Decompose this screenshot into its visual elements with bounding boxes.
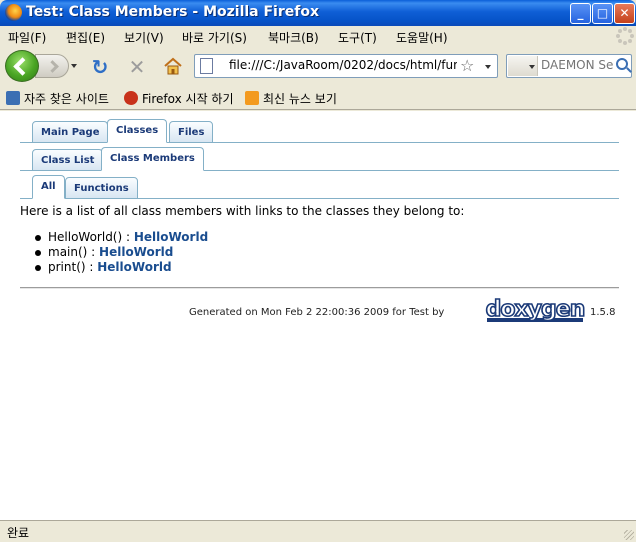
list-item: main() : HelloWorld — [34, 245, 208, 260]
window-titlebar[interactable]: Test: Class Members - Mozilla Firefox _ … — [0, 0, 636, 26]
list-item: HelloWorld() : HelloWorld — [34, 230, 208, 245]
most-visited-icon — [6, 91, 20, 105]
bookmark-star-icon[interactable]: ☆ — [460, 56, 474, 75]
bookmark-firefox-start[interactable]: Firefox 시작 하기 — [124, 90, 234, 107]
menu-bar: 파일(F) 편집(E) 보기(V) 바로 가기(S) 북마크(B) 도구(T) … — [0, 26, 636, 46]
window-title: Test: Class Members - Mozilla Firefox — [26, 4, 319, 20]
tab-functions[interactable]: Functions — [65, 177, 138, 199]
class-link-helloworld[interactable]: HelloWorld — [99, 245, 173, 259]
intro-text: Here is a list of all class members with… — [20, 204, 465, 218]
menu-view[interactable]: 보기(V) — [124, 29, 164, 46]
bookmark-label: Firefox 시작 하기 — [142, 92, 234, 106]
doxygen-version: 1.5.8 — [590, 307, 616, 318]
navigation-toolbar: ↻ ✕ file:///C:/JavaRoom/0202/docs/html/f… — [0, 46, 636, 86]
menu-edit[interactable]: 편집(E) — [66, 29, 105, 46]
url-field[interactable]: file:///C:/JavaRoom/0202/docs/html/funct… — [229, 58, 457, 72]
member-name: main() : — [48, 245, 100, 259]
firefox-start-icon — [124, 91, 138, 105]
minimize-button[interactable]: _ — [570, 3, 591, 24]
history-dropdown-icon[interactable] — [71, 64, 77, 68]
class-link-helloworld[interactable]: HelloWorld — [97, 260, 171, 274]
search-bar — [506, 54, 632, 78]
maximize-button[interactable]: □ — [592, 3, 613, 24]
rss-icon — [245, 91, 259, 105]
bookmarks-toolbar: 자주 찾은 사이트 Firefox 시작 하기 최신 뉴스 보기 — [0, 86, 636, 110]
search-icon[interactable] — [616, 58, 628, 70]
menu-bookmarks[interactable]: 북마크(B) — [268, 29, 319, 46]
doxygen-logo[interactable]: doxygen — [485, 292, 586, 326]
stop-icon[interactable]: ✕ — [126, 56, 148, 78]
resize-grip-icon[interactable] — [624, 530, 634, 540]
menu-go[interactable]: 바로 가기(S) — [182, 29, 247, 46]
page-icon — [200, 58, 213, 74]
back-icon[interactable] — [5, 50, 39, 82]
close-button[interactable]: ✕ — [614, 3, 635, 24]
status-bar: 완료 — [0, 520, 636, 542]
home-icon[interactable] — [162, 56, 184, 78]
class-link-helloworld[interactable]: HelloWorld — [134, 230, 208, 244]
list-item: print() : HelloWorld — [34, 260, 208, 275]
tab-files[interactable]: Files — [169, 121, 214, 143]
search-input[interactable] — [541, 58, 613, 72]
search-engine-icon[interactable] — [508, 56, 538, 76]
bookmark-label: 최신 뉴스 보기 — [263, 92, 337, 106]
main-tab-row: Main Page Classes Files — [20, 117, 619, 143]
generated-text: Generated on Mon Feb 2 22:00:36 2009 for… — [189, 307, 445, 318]
url-dropdown-icon[interactable] — [485, 65, 491, 69]
status-text: 완료 — [7, 526, 30, 540]
back-forward-group — [5, 50, 79, 82]
tab-all[interactable]: All — [32, 175, 65, 199]
bookmark-most-visited[interactable]: 자주 찾은 사이트 — [6, 90, 109, 107]
tab-class-members[interactable]: Class Members — [101, 147, 204, 171]
reload-icon[interactable]: ↻ — [89, 56, 111, 78]
doxygen-logo-text: doxygen — [486, 297, 585, 322]
page-footer: Generated on Mon Feb 2 22:00:36 2009 for… — [189, 292, 629, 328]
bookmark-latest-news[interactable]: 최신 뉴스 보기 — [245, 90, 337, 107]
footer-divider — [20, 287, 619, 289]
throbber-icon — [616, 27, 634, 45]
tab-main-page[interactable]: Main Page — [32, 121, 109, 143]
tab-classes[interactable]: Classes — [107, 119, 168, 143]
member-list: HelloWorld() : HelloWorld main() : Hello… — [34, 230, 208, 275]
firefox-icon — [5, 4, 22, 21]
page-content: Main Page Classes Files Class List Class… — [0, 111, 636, 520]
member-name: print() : — [48, 260, 98, 274]
address-bar[interactable]: file:///C:/JavaRoom/0202/docs/html/funct… — [194, 54, 498, 78]
menu-file[interactable]: 파일(F) — [8, 29, 46, 46]
tab-class-list[interactable]: Class List — [32, 149, 104, 171]
menu-help[interactable]: 도움말(H) — [396, 29, 448, 46]
classes-tab-row: Class List Class Members — [20, 145, 619, 171]
members-tab-row: All Functions — [20, 173, 619, 199]
member-name: HelloWorld() : — [48, 230, 134, 244]
menu-tools[interactable]: 도구(T) — [338, 29, 377, 46]
forward-icon[interactable] — [35, 54, 69, 78]
bookmark-label: 자주 찾은 사이트 — [24, 92, 109, 106]
